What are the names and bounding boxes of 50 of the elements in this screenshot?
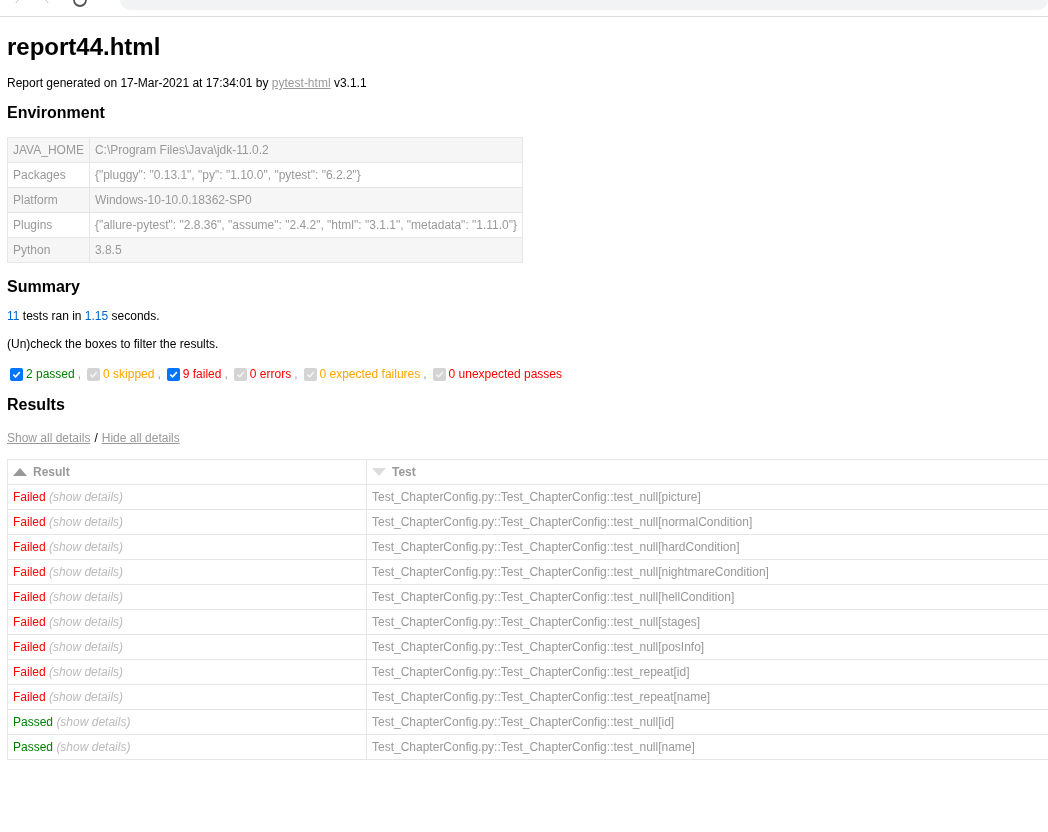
- column-header[interactable]: Result: [7, 459, 367, 485]
- env-key-cell: Plugins: [7, 212, 90, 238]
- filter-label: 0 skipped: [103, 366, 155, 383]
- filter-label: 2 passed: [26, 366, 75, 383]
- comma-text: ,: [157, 366, 161, 383]
- result-cell: Failed (show details): [7, 609, 367, 635]
- env-value-cell: Windows-10-10.0.18362-SP0: [89, 187, 523, 213]
- filter-label: 0 unexpected passes: [448, 366, 562, 383]
- env-value-cell: 3.8.5: [89, 237, 523, 263]
- checkbox[interactable]: [10, 367, 23, 381]
- result-cell: Failed (show details): [7, 659, 367, 685]
- comma-text: ,: [423, 366, 427, 383]
- result-cell: Failed (show details): [7, 684, 367, 710]
- comma-text: ,: [224, 366, 228, 383]
- filter-hint-text: (Un)check the boxes to filter the results.: [7, 336, 220, 353]
- forward-icon[interactable]: [42, 0, 52, 6]
- result-cell: Failed (show details): [7, 534, 367, 560]
- env-key-cell: Platform: [7, 187, 90, 213]
- section-heading: Environment: [7, 103, 106, 123]
- result-cell: Passed (show details): [7, 709, 367, 735]
- result-cell: Failed (show details): [7, 584, 367, 610]
- filter-label: 0 errors: [249, 366, 292, 383]
- env-value-cell: {"pluggy": "0.13.1", "py": "1.10.0", "pytest": "6.2.2"}: [89, 162, 523, 188]
- reload-icon[interactable]: [71, 0, 88, 8]
- comma-text: ,: [77, 366, 82, 383]
- checkbox[interactable]: [166, 367, 180, 381]
- column-header[interactable]: Test: [366, 459, 1048, 485]
- env-value-cell: C:\Program Files\Java\jdk-11.0.2: [89, 137, 523, 163]
- result-cell: Failed (show details): [7, 484, 367, 510]
- filter-label: 9 failed: [182, 366, 222, 383]
- comma-text: ,: [294, 366, 298, 383]
- section-heading: Summary: [7, 277, 81, 297]
- env-key-cell: Packages: [7, 162, 90, 188]
- env-key-cell: JAVA_HOME: [7, 137, 90, 163]
- result-cell: Failed (show details): [7, 559, 367, 585]
- env-value-cell: {"allure-pytest": "2.8.36", "assume": "2.4.2", "html": "3.1.1", "metadata": "1.11.0"}: [89, 212, 523, 238]
- separator-text: /: [94, 430, 98, 447]
- result-cell: Passed (show details): [7, 734, 367, 760]
- page-title: report44.html: [7, 33, 162, 61]
- result-cell: Failed (show details): [7, 634, 367, 660]
- show-all-details-link[interactable]: Show all details: [7, 429, 91, 447]
- report-generated-text: Report generated on 17-Mar-2021 at 17:34:01 by pytest-html v3.1.1: [7, 75, 368, 91]
- section-heading: Results: [7, 395, 66, 415]
- filter-label: 0 expected failures: [319, 366, 421, 383]
- pytest-html-link[interactable]: pytest-html: [271, 76, 331, 90]
- hide-all-details-link[interactable]: Hide all details: [101, 429, 180, 447]
- env-key-cell: Python: [7, 237, 90, 263]
- back-icon[interactable]: [12, 0, 22, 6]
- result-cell: Failed (show details): [7, 509, 367, 535]
- summary-text: 11 tests ran in 1.15 seconds.: [7, 308, 161, 325]
